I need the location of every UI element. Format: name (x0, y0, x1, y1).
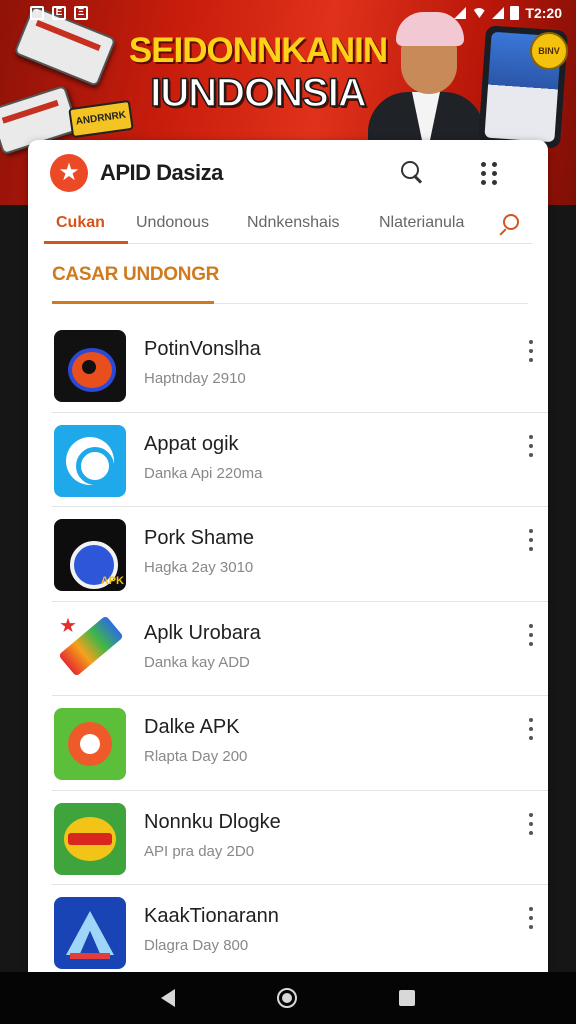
more-options-icon[interactable] (528, 529, 534, 551)
app-name: KaakTionarann (144, 905, 279, 927)
app-meta: API pra day 2D0 (144, 842, 255, 860)
app-icon (54, 519, 126, 591)
recent-apps-icon[interactable] (399, 990, 415, 1006)
app-icon (54, 613, 126, 686)
more-options-icon[interactable] (528, 812, 534, 835)
wifi-icon (472, 8, 487, 18)
system-nav-bar (0, 972, 576, 1024)
section-title: CASAR UNDONGR (52, 264, 220, 285)
app-meta: Rlapta Day 200 (144, 748, 248, 765)
app-name: Aplk Urobara (144, 621, 261, 644)
app-meta: Hagka 2ay 3010 (144, 559, 254, 576)
sim-icon: Ξ (74, 6, 88, 20)
list-item[interactable]: KaakTionarann Dlagra Day 800 (52, 885, 548, 972)
list-item[interactable]: Pork Shame Hagka 2ay 3010 (52, 507, 548, 602)
app-meta: Danka kay ADD (144, 653, 250, 671)
status-time: T2:20 (525, 5, 562, 21)
app-meta: Danka Api 220ma (144, 464, 263, 482)
home-icon[interactable] (277, 988, 297, 1008)
app-icon (54, 708, 126, 780)
app-name: Pork Shame (144, 527, 255, 549)
battery-icon (510, 6, 520, 20)
more-options-icon[interactable] (528, 340, 534, 362)
app-name: PotinVonslha (144, 338, 261, 360)
banner-title-line1: SEIDONNKANIN (128, 31, 388, 70)
banner-tag: ANDRNRK (68, 99, 134, 139)
section-underline (52, 301, 214, 304)
more-options-icon[interactable] (528, 623, 534, 646)
app-meta: Haptnday 2910 (144, 370, 246, 387)
more-options-icon[interactable] (528, 718, 534, 740)
app-name: Appat ogik (144, 432, 239, 455)
list-item[interactable]: PotinVonslha Haptnday 2910 (52, 318, 548, 413)
app-name: Nonnku Dlogke (144, 810, 281, 833)
tab-undonous[interactable]: Undonous (136, 214, 209, 232)
tab-bar: Cukan Undonous Ndnkenshais Nlaterianula (44, 206, 532, 244)
signal-icon (492, 7, 505, 19)
list-item[interactable]: Dalke APK Rlapta Day 200 (52, 696, 548, 791)
status-icons-right: T2:20 (454, 5, 562, 21)
app-title: APID Dasiza (100, 160, 223, 185)
grid-menu-icon[interactable] (474, 158, 504, 188)
app-meta: Dlagra Day 800 (144, 937, 249, 954)
more-options-icon[interactable] (528, 434, 534, 457)
list-item[interactable]: Nonnku Dlogke API pra day 2D0 (52, 791, 548, 885)
signal-icon (454, 7, 467, 19)
tab-ndnkenshais[interactable]: Ndnkenshais (247, 214, 340, 232)
screen: ↑ E Ξ T2:20 ANDRNRK SEIDONNKANIN IUNDONS… (0, 0, 576, 1024)
coin-badge: BINV (530, 32, 568, 70)
notification-icon: ↑ (30, 6, 44, 20)
status-bar: ↑ E Ξ T2:20 (0, 0, 576, 26)
back-icon[interactable] (161, 989, 175, 1007)
list-item[interactable]: Aplk Urobara Danka kay ADD (52, 602, 548, 696)
tab-cukan[interactable]: Cukan (56, 214, 105, 232)
image-icon: E (52, 6, 66, 20)
status-icons-left: ↑ E Ξ (30, 6, 88, 20)
app-icon (54, 424, 126, 497)
app-icon (54, 897, 126, 969)
list-item[interactable]: Appat ogik Danka Api 220ma (52, 413, 548, 507)
tab-nlaterianula[interactable]: Nlaterianula (379, 214, 464, 232)
banner-title-line2: IUNDONSIA (150, 71, 368, 115)
app-header: ★ APID Dasiza (28, 140, 548, 206)
presenter-image (368, 6, 484, 152)
banner-title: SEIDONNKANIN IUNDONSIA (128, 30, 388, 115)
app-icon (54, 330, 126, 402)
active-tab-indicator (44, 241, 128, 244)
app-list: PotinVonslha Haptnday 2910 Appat ogik Da… (28, 318, 548, 972)
tab-search-icon[interactable] (500, 214, 522, 236)
section-header: CASAR UNDONGR (52, 264, 528, 304)
app-name: Dalke APK (144, 716, 240, 738)
app-store-card: ★ APID Dasiza Cukan Undonous Ndnkenshais… (28, 140, 548, 972)
search-icon[interactable] (398, 158, 428, 188)
more-options-icon[interactable] (528, 907, 534, 929)
star-icon[interactable]: ★ (50, 154, 88, 192)
app-icon (54, 802, 126, 875)
